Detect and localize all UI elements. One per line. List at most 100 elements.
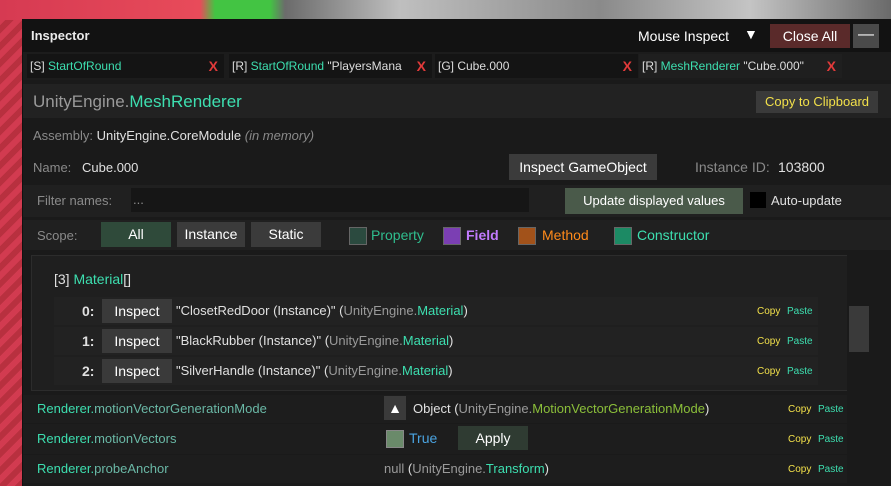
- paste-button[interactable]: Paste: [787, 306, 813, 317]
- type-header: UnityEngine.MeshRenderer Copy to Clipboa…: [23, 84, 891, 118]
- title-bar[interactable]: Inspector Mouse Inspect ▼ Close All —: [23, 19, 891, 52]
- type-name: MeshRenderer: [129, 92, 242, 111]
- copy-button[interactable]: Copy: [788, 464, 811, 475]
- filter-input[interactable]: ...: [131, 188, 529, 212]
- paste-button[interactable]: Paste: [818, 404, 844, 415]
- filter-placeholder: ...: [133, 192, 144, 207]
- tab-start-of-round[interactable]: [S] StartOfRound X: [27, 54, 224, 78]
- material-name: "ClosetRedDoor (Instance)": [176, 303, 336, 318]
- type-namespace: UnityEngine.: [33, 92, 130, 111]
- name-label: Name:: [33, 160, 72, 175]
- copy-button[interactable]: Copy: [788, 404, 811, 415]
- enum-value: Object: [413, 401, 451, 416]
- name-value: Cube.000: [82, 160, 139, 175]
- list-value: "SilverHandle (Instance)" (UnityEngine.M…: [176, 363, 453, 378]
- assembly-note: (in memory): [244, 128, 315, 143]
- minimize-button[interactable]: —: [853, 24, 879, 48]
- property-filter-checkbox[interactable]: [349, 227, 367, 245]
- copy-button[interactable]: Copy: [757, 336, 780, 347]
- enum-namespace: UnityEngine.: [458, 401, 533, 416]
- tab-name: StartOfRound: [250, 59, 325, 73]
- tab-mesh-renderer[interactable]: [R] MeshRenderer "Cube.000" X: [639, 54, 842, 78]
- scrollbar-track[interactable]: [847, 255, 871, 486]
- materials-list-panel: [3] Material[] 0: Inspect "ClosetRedDoor…: [31, 255, 849, 391]
- list-item: 1: Inspect "BlackRubber (Instance)" (Uni…: [54, 327, 818, 355]
- list-type: Material: [73, 271, 124, 287]
- member-row: Renderer.probeAnchor null (UnityEngine.T…: [23, 455, 847, 483]
- assembly-value: UnityEngine.CoreModule: [96, 128, 242, 143]
- member-name: Renderer.motionVectorGenerationMode: [37, 401, 267, 416]
- material-name: "SilverHandle (Instance)": [176, 363, 321, 378]
- material-namespace: UnityEngine.: [329, 333, 403, 348]
- scope-all-button[interactable]: All: [101, 222, 171, 247]
- auto-update-checkbox[interactable]: [750, 192, 766, 208]
- scope-instance-button[interactable]: Instance: [177, 222, 245, 247]
- window-title: Inspector: [31, 28, 90, 43]
- member-value: null (UnityEngine.Transform): [384, 461, 550, 476]
- inspect-button[interactable]: Inspect: [102, 299, 172, 323]
- close-tab-icon[interactable]: X: [623, 54, 632, 78]
- member-field: motionVectorGenerationMode: [94, 401, 267, 416]
- list-index: 1:: [82, 333, 95, 349]
- tab-prefix: [R]: [642, 59, 661, 73]
- member-owner: Renderer.: [37, 461, 95, 476]
- paste-button[interactable]: Paste: [787, 366, 813, 377]
- field-filter-checkbox[interactable]: [443, 227, 461, 245]
- tab-prefix: [R]: [232, 59, 251, 73]
- copy-to-clipboard-button[interactable]: Copy to Clipboard: [756, 91, 878, 113]
- update-displayed-values-button[interactable]: Update displayed values: [565, 188, 743, 214]
- enum-type: MotionVectorGenerationMode: [532, 401, 705, 416]
- material-namespace: UnityEngine.: [328, 363, 403, 378]
- dropdown-arrow-icon[interactable]: ▼: [744, 26, 758, 42]
- motion-vectors-checkbox[interactable]: [386, 430, 404, 448]
- material-type: Material: [402, 333, 449, 348]
- paste-button[interactable]: Paste: [818, 464, 844, 475]
- paste-button[interactable]: Paste: [787, 336, 813, 347]
- tab-suffix: Cube.000: [457, 59, 510, 73]
- list-value: "ClosetRedDoor (Instance)" (UnityEngine.…: [176, 303, 468, 318]
- close-tab-icon[interactable]: X: [827, 54, 836, 78]
- paste-button[interactable]: Paste: [818, 434, 844, 445]
- inspect-gameobject-button[interactable]: Inspect GameObject: [509, 154, 657, 180]
- assembly-info: Assembly: UnityEngine.CoreModule (in mem…: [33, 128, 314, 143]
- instance-id-value: 103800: [778, 159, 825, 175]
- auto-update-label: Auto-update: [771, 193, 842, 208]
- inspector-tabs: [S] StartOfRound X [R] StartOfRound "Pla…: [23, 52, 891, 80]
- tab-suffix: "Cube.000": [740, 59, 804, 73]
- name-row: Name: Cube.000 Inspect GameObject Instan…: [23, 153, 891, 181]
- scope-static-button[interactable]: Static: [251, 222, 321, 247]
- material-name: "BlackRubber (Instance)": [176, 333, 322, 348]
- tab-name: StartOfRound: [48, 59, 122, 73]
- constructor-filter-checkbox[interactable]: [614, 227, 632, 245]
- copy-button[interactable]: Copy: [757, 366, 780, 377]
- list-suffix: []: [123, 271, 132, 287]
- list-item: 0: Inspect "ClosetRedDoor (Instance)" (U…: [54, 297, 818, 325]
- close-tab-icon[interactable]: X: [209, 54, 218, 78]
- list-header: [3] Material[]: [54, 271, 131, 287]
- member-value: Object (UnityEngine.MotionVectorGenerati…: [413, 401, 710, 416]
- list-index: 0:: [82, 303, 95, 319]
- tab-start-of-round-players-manager[interactable]: [R] StartOfRound "PlayersMana X: [229, 54, 432, 78]
- type-name: Transform: [485, 461, 545, 476]
- mouse-inspect-dropdown[interactable]: Mouse Inspect: [638, 28, 729, 44]
- filter-row: Filter names: ... Update displayed value…: [23, 185, 891, 217]
- method-filter-label: Method: [542, 227, 589, 243]
- copy-button[interactable]: Copy: [788, 434, 811, 445]
- tab-cube-gameobject[interactable]: [G] Cube.000 X: [435, 54, 638, 78]
- constructor-filter-label: Constructor: [637, 227, 710, 243]
- inspect-button[interactable]: Inspect: [102, 329, 172, 353]
- field-filter-label: Field: [466, 227, 499, 243]
- member-name: Renderer.probeAnchor: [37, 461, 169, 476]
- copy-button[interactable]: Copy: [757, 306, 780, 317]
- list-item: 2: Inspect "SilverHandle (Instance)" (Un…: [54, 357, 818, 385]
- close-all-button[interactable]: Close All: [770, 24, 850, 48]
- close-tab-icon[interactable]: X: [417, 54, 426, 78]
- inspect-button[interactable]: Inspect: [102, 359, 172, 383]
- method-filter-checkbox[interactable]: [518, 227, 536, 245]
- apply-button[interactable]: Apply: [458, 426, 528, 450]
- scrollbar-thumb[interactable]: [849, 306, 869, 352]
- list-count: [3]: [54, 271, 74, 287]
- expand-enum-button[interactable]: ▲: [384, 396, 406, 420]
- member-row: Renderer.motionVectors True Apply Copy P…: [23, 424, 847, 454]
- member-row: Renderer.motionVectorGenerationMode ▲ Ob…: [23, 395, 847, 423]
